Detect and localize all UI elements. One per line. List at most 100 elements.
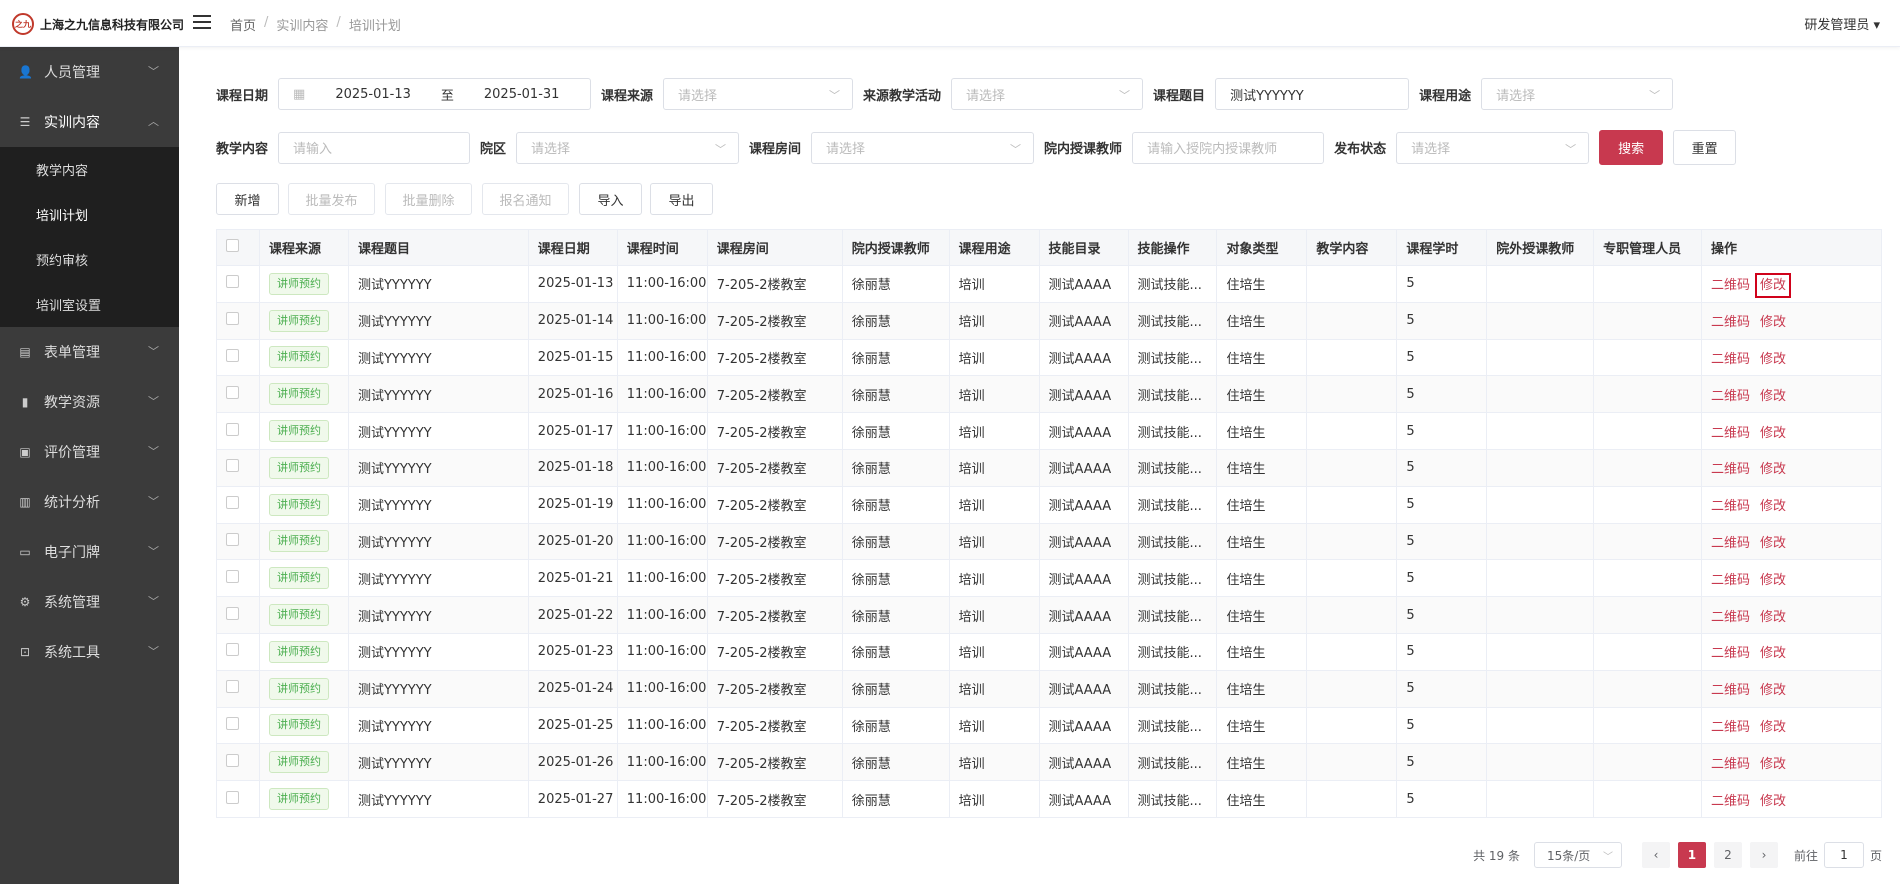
- sidebar-item-statistics[interactable]: ▥ 统计分析 ﹀: [0, 477, 179, 527]
- row-checkbox[interactable]: [226, 790, 239, 804]
- row-checkbox[interactable]: [226, 348, 239, 362]
- course-title-input[interactable]: 测试YYYYYY: [1215, 78, 1410, 110]
- course-use-select[interactable]: 请选择 ﹀: [1481, 78, 1674, 110]
- row-checkbox[interactable]: [226, 496, 239, 510]
- row-select-cell: [216, 596, 260, 634]
- batch-delete-button[interactable]: 批量删除: [385, 183, 472, 215]
- sidebar-item-tools[interactable]: ⊡ 系统工具 ﹀: [0, 627, 179, 677]
- qrcode-link[interactable]: 二维码: [1711, 499, 1750, 514]
- campus-select[interactable]: 请选择 ﹀: [516, 131, 740, 164]
- export-button[interactable]: 导出: [650, 183, 713, 215]
- sidebar-item-evaluation[interactable]: ▣ 评价管理 ﹀: [0, 427, 179, 477]
- edit-link[interactable]: 修改: [1760, 683, 1786, 698]
- qrcode-link[interactable]: 二维码: [1711, 610, 1750, 625]
- date-range-picker[interactable]: ▦ 2025-01-13 至 2025-01-31: [278, 78, 592, 110]
- table-row: 讲师预约 测试YYYYYY 2025-01-20 11:00-16:00 7-205-2…: [216, 523, 1883, 561]
- search-button[interactable]: 搜索: [1599, 130, 1664, 165]
- user-menu[interactable]: 研发管理员 ▾: [1804, 14, 1880, 33]
- cell-room: 7-205-2楼教室: [707, 412, 843, 450]
- row-checkbox[interactable]: [226, 643, 239, 657]
- cell-hours: 5: [1396, 559, 1488, 598]
- row-checkbox[interactable]: [226, 532, 239, 546]
- sidebar-sub-training-plan[interactable]: 培训计划: [0, 192, 179, 237]
- edit-link[interactable]: 修改: [1760, 646, 1786, 661]
- inner-teacher-input[interactable]: 请输入授院内授课教师: [1132, 131, 1325, 164]
- row-checkbox[interactable]: [226, 606, 239, 620]
- sidebar-sub-booking-review[interactable]: 预约审核: [0, 237, 179, 282]
- edit-link[interactable]: 修改: [1760, 352, 1786, 367]
- edit-link[interactable]: 修改: [1760, 720, 1786, 735]
- row-checkbox[interactable]: [226, 569, 239, 583]
- sidebar-item-doorplate[interactable]: ▭ 电子门牌 ﹀: [0, 527, 179, 577]
- page-button-1[interactable]: 1: [1677, 842, 1706, 868]
- sidebar-item-personnel[interactable]: 👤 人员管理 ﹀: [0, 47, 179, 97]
- qrcode-link[interactable]: 二维码: [1711, 646, 1750, 661]
- qrcode-link[interactable]: 二维码: [1711, 573, 1750, 588]
- edit-link[interactable]: 修改: [1760, 610, 1786, 625]
- edit-link[interactable]: 修改: [1760, 794, 1786, 809]
- cell-skill-op: 测试技能...: [1128, 559, 1218, 598]
- select-placeholder: 请选择: [1411, 142, 1451, 157]
- sidebar-item-system[interactable]: ⚙ 系统管理 ﹀: [0, 577, 179, 627]
- select-all-checkbox[interactable]: [226, 239, 239, 252]
- edit-link[interactable]: 修改: [1760, 499, 1786, 514]
- teach-content-input[interactable]: 请输入: [278, 131, 471, 164]
- qrcode-link[interactable]: 二维码: [1711, 683, 1750, 698]
- menu-toggle-icon[interactable]: [193, 15, 211, 31]
- date-end: 2025-01-31: [483, 86, 560, 102]
- prev-page-button[interactable]: ‹: [1641, 842, 1670, 868]
- course-source-select[interactable]: 请选择 ﹀: [663, 78, 854, 110]
- breadcrumb-section[interactable]: 实训内容: [276, 15, 328, 34]
- qrcode-link[interactable]: 二维码: [1711, 720, 1750, 735]
- sidebar-item-training-content[interactable]: ☰ 实训内容 ︿: [0, 97, 179, 147]
- qrcode-link[interactable]: 二维码: [1711, 389, 1750, 404]
- edit-link[interactable]: 修改: [1760, 462, 1786, 477]
- qrcode-link[interactable]: 二维码: [1711, 278, 1750, 293]
- edit-link[interactable]: 修改: [1760, 573, 1786, 588]
- row-checkbox[interactable]: [226, 753, 239, 767]
- row-checkbox[interactable]: [226, 422, 239, 436]
- add-button[interactable]: 新增: [216, 183, 279, 215]
- next-page-button[interactable]: ›: [1749, 842, 1778, 868]
- qrcode-link[interactable]: 二维码: [1711, 757, 1750, 772]
- room-select[interactable]: 请选择 ﹀: [811, 131, 1035, 164]
- source-activity-select[interactable]: 请选择 ﹀: [951, 78, 1144, 110]
- qrcode-link[interactable]: 二维码: [1711, 352, 1750, 367]
- edit-link[interactable]: 修改: [1760, 757, 1786, 772]
- edit-link[interactable]: 修改: [1760, 426, 1786, 441]
- import-button[interactable]: 导入: [579, 183, 642, 215]
- signup-notice-button[interactable]: 报名通知: [482, 183, 569, 215]
- publish-status-select[interactable]: 请选择 ﹀: [1396, 131, 1590, 164]
- qrcode-link[interactable]: 二维码: [1711, 462, 1750, 477]
- sidebar-item-forms[interactable]: ▤ 表单管理 ﹀: [0, 327, 179, 377]
- page-size-value: 15条/页: [1546, 848, 1591, 863]
- row-checkbox[interactable]: [226, 459, 239, 473]
- sidebar-item-resources[interactable]: ▮ 教学资源 ﹀: [0, 377, 179, 427]
- edit-link[interactable]: 修改: [1760, 315, 1786, 330]
- row-checkbox[interactable]: [226, 716, 239, 730]
- edit-link[interactable]: 修改: [1760, 536, 1786, 551]
- edit-link[interactable]: 修改: [1754, 273, 1792, 299]
- sidebar-sub-room-settings[interactable]: 培训室设置: [0, 282, 179, 327]
- row-checkbox[interactable]: [226, 275, 239, 289]
- breadcrumb-home[interactable]: 首页: [230, 15, 256, 34]
- cell-actions: 二维码 修改: [1701, 449, 1883, 487]
- row-checkbox[interactable]: [226, 385, 239, 399]
- qrcode-link[interactable]: 二维码: [1711, 426, 1750, 441]
- qrcode-link[interactable]: 二维码: [1711, 536, 1750, 551]
- cell-target: 住培生: [1216, 707, 1308, 745]
- sidebar-sub-teaching-content[interactable]: 教学内容: [0, 147, 179, 192]
- qrcode-link[interactable]: 二维码: [1711, 794, 1750, 809]
- reset-button[interactable]: 重置: [1673, 130, 1737, 165]
- batch-publish-button[interactable]: 批量发布: [288, 183, 375, 215]
- row-checkbox[interactable]: [226, 312, 239, 326]
- total-count: 共 19 条: [1473, 848, 1520, 863]
- qrcode-link[interactable]: 二维码: [1711, 315, 1750, 330]
- page-button-2[interactable]: 2: [1713, 842, 1742, 868]
- edit-link[interactable]: 修改: [1760, 389, 1786, 404]
- cell-skill-dir: 测试AAAA: [1039, 633, 1129, 671]
- goto-page-input[interactable]: 1: [1823, 842, 1864, 868]
- cell-use: 培训: [949, 559, 1040, 598]
- page-size-select[interactable]: 15条/页 ﹀: [1533, 842, 1622, 868]
- row-checkbox[interactable]: [226, 680, 239, 694]
